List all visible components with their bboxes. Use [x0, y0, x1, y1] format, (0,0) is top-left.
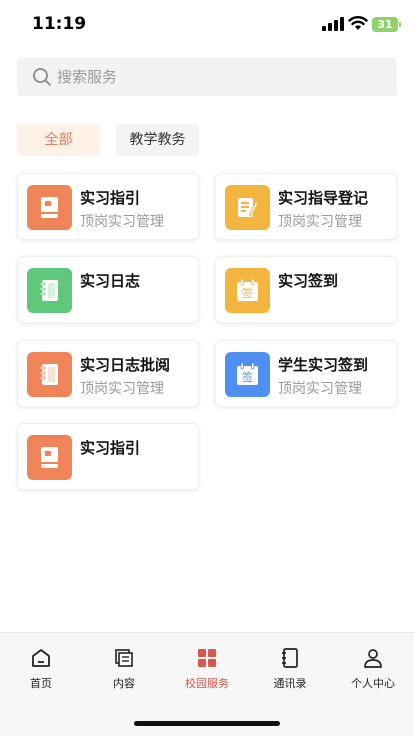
- service-subtitle: 顶岗实习管理: [278, 214, 362, 230]
- tab-label: 校园服务: [185, 677, 229, 690]
- book-icon: [27, 435, 72, 480]
- home-icon: [32, 649, 50, 667]
- service-title: 实习日志: [80, 272, 141, 290]
- battery-icon: 31: [372, 17, 401, 32]
- service-title: 实习指引: [80, 439, 141, 457]
- tab-campus-services[interactable]: 校园服务: [166, 647, 248, 691]
- tab-label: 内容: [113, 677, 135, 690]
- person-icon: [364, 649, 382, 668]
- service-card[interactable]: 实习指引 顶岗实习管理: [17, 173, 199, 240]
- service-card[interactable]: 实习日志: [17, 256, 199, 323]
- service-title: 实习日志批阅: [80, 356, 171, 374]
- tab-content[interactable]: 内容: [83, 647, 165, 691]
- notebook-icon: [27, 352, 72, 397]
- calendar-sign-icon: 签: [225, 268, 270, 313]
- tab-label: 首页: [30, 677, 52, 690]
- service-title: 学生实习签到: [278, 356, 369, 374]
- sign-glyph: 签: [242, 370, 253, 384]
- content-icon: [115, 649, 133, 667]
- tab-profile[interactable]: 个人中心: [332, 647, 414, 691]
- service-card[interactable]: 实习指引: [17, 423, 199, 490]
- filter-tab-teaching[interactable]: 教学教务: [116, 124, 199, 156]
- service-card[interactable]: 实习指导登记 顶岗实习管理: [215, 173, 397, 240]
- tab-label: 个人中心: [351, 677, 395, 690]
- contacts-icon: [282, 648, 298, 668]
- tab-label: 通讯录: [273, 677, 307, 690]
- service-subtitle: 顶岗实习管理: [80, 381, 164, 397]
- service-title: 实习签到: [278, 272, 339, 290]
- book-icon: [27, 185, 72, 230]
- service-title: 实习指引: [80, 189, 141, 207]
- service-title: 实习指导登记: [278, 189, 369, 207]
- service-subtitle: 顶岗实习管理: [278, 381, 362, 397]
- status-bar: 11:19 31: [0, 0, 414, 52]
- service-card[interactable]: 签 学生实习签到 顶岗实习管理: [215, 340, 397, 407]
- cellular-signal-icon: [322, 17, 344, 31]
- search-icon: [33, 68, 51, 86]
- tab-contacts[interactable]: 通讯录: [249, 647, 331, 691]
- calendar-sign-icon: 签: [225, 352, 270, 397]
- search-bar[interactable]: [17, 58, 397, 96]
- home-indicator: [134, 721, 280, 726]
- notebook-icon: [27, 268, 72, 313]
- status-time: 11:19: [32, 14, 87, 34]
- service-subtitle: 顶岗实习管理: [80, 214, 164, 230]
- edit-document-icon: [225, 185, 270, 230]
- sign-glyph: 签: [242, 286, 253, 300]
- search-input[interactable]: [57, 58, 377, 96]
- service-card[interactable]: 实习日志批阅 顶岗实习管理: [17, 340, 199, 407]
- filter-tab-all[interactable]: 全部: [17, 124, 100, 156]
- service-card[interactable]: 签 实习签到: [215, 256, 397, 323]
- wifi-icon: [348, 16, 368, 30]
- grid-icon: [198, 649, 216, 667]
- tab-home[interactable]: 首页: [0, 647, 82, 691]
